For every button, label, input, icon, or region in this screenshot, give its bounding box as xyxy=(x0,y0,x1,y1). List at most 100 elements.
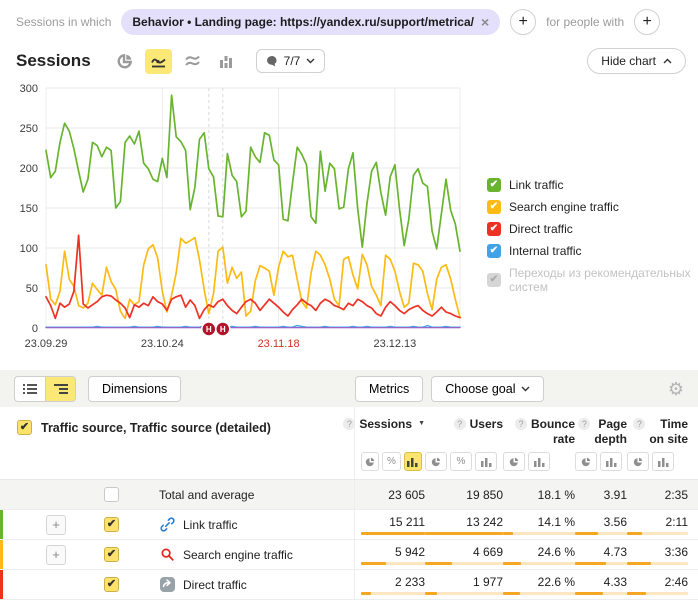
table-row-link-traffic: + ✔ Link traffic 15 21113 24214.1 %3.562… xyxy=(0,510,698,540)
pie-view-icon[interactable] xyxy=(361,452,379,471)
expand-row-button[interactable]: + xyxy=(46,545,66,565)
metric-value: 3:36 xyxy=(665,545,688,559)
settings-gear-icon[interactable]: ⚙ xyxy=(668,380,684,398)
row-metrics: 23 60519 85018.1 %3.912:35 xyxy=(354,480,698,509)
svg-text:100: 100 xyxy=(20,243,38,255)
sort-desc-icon: ▼ xyxy=(418,420,425,429)
row-color-stripe xyxy=(0,540,3,569)
row-name-cell: ✔ Direct traffic xyxy=(0,570,354,599)
link-icon xyxy=(159,517,175,533)
row-checkbox[interactable]: ✔ xyxy=(104,547,119,562)
column-header-time-on-site[interactable]: ?Time on site xyxy=(627,417,688,447)
direct-arrow-icon xyxy=(159,577,175,593)
filter-label: Sessions in which xyxy=(16,15,111,29)
legend-label: Direct traffic xyxy=(509,222,573,236)
percent-view-icon[interactable]: % xyxy=(450,452,472,471)
pie-view-icon[interactable] xyxy=(425,452,447,471)
metric-cell: 19 850 xyxy=(425,488,503,502)
stacked-area-icon[interactable] xyxy=(179,49,206,74)
legend-item[interactable]: ✔ Direct traffic xyxy=(487,222,698,236)
metric-columns-header: ?Sessions▼ ?Users ?Bounce rate ?Page dep… xyxy=(354,407,698,479)
metric-bar xyxy=(503,592,575,595)
row-name-cell: + ✔ Link traffic xyxy=(0,510,354,539)
bar-view-icon[interactable] xyxy=(404,452,422,471)
column-header-sessions[interactable]: ?Sessions▼ xyxy=(361,417,425,432)
metric-value: 2:46 xyxy=(665,575,688,589)
metric-value: 13 242 xyxy=(466,515,503,529)
column-labels-row: ?Sessions▼ ?Users ?Bounce rate ?Page dep… xyxy=(361,407,688,447)
group-header-checkbox[interactable]: ✔ xyxy=(17,420,32,435)
pie-view-icon[interactable] xyxy=(503,452,525,471)
filter-chip[interactable]: Behavior • Landing page: https://yandex.… xyxy=(121,9,500,35)
percent-view-icon[interactable]: % xyxy=(382,452,400,471)
column-header-users[interactable]: ?Users xyxy=(425,417,503,432)
legend-item[interactable]: ✔ Internal traffic xyxy=(487,244,698,258)
chart-header: Sessions 7/7 Hide chart xyxy=(0,41,698,76)
flat-list-view-icon[interactable] xyxy=(14,376,45,402)
metric-bar xyxy=(627,562,688,565)
metrics-button[interactable]: Metrics xyxy=(355,376,423,402)
legend-checkbox[interactable]: ✔ xyxy=(487,273,501,287)
help-icon[interactable]: ? xyxy=(343,418,355,430)
expand-row-button[interactable]: + xyxy=(46,515,66,535)
help-icon[interactable]: ? xyxy=(454,418,466,430)
column-header-page-depth[interactable]: ?Page depth xyxy=(575,417,627,447)
metric-cell: 2:46 xyxy=(627,575,688,595)
hide-chart-button[interactable]: Hide chart xyxy=(587,48,686,74)
metric-cell: 15 211 xyxy=(361,515,425,535)
table-row-search-engine-traffic: + ✔ Search engine traffic 5 9424 66924.6… xyxy=(0,540,698,570)
metric-bar xyxy=(575,562,627,565)
row-label[interactable]: Link traffic xyxy=(183,518,237,532)
bar-view-icon[interactable] xyxy=(652,452,674,471)
legend-checkbox[interactable]: ✔ xyxy=(487,222,501,236)
metric-bar xyxy=(575,532,627,535)
help-icon[interactable]: ? xyxy=(515,418,527,430)
pie-chart-icon[interactable] xyxy=(111,49,138,74)
help-icon[interactable]: ? xyxy=(578,418,590,430)
svg-text:250: 250 xyxy=(20,123,38,135)
svg-text:200: 200 xyxy=(20,163,38,175)
legend-checkbox[interactable]: ✔ xyxy=(487,200,501,214)
row-name-cell: + ✔ Search engine traffic xyxy=(0,540,354,569)
legend-checkbox[interactable]: ✔ xyxy=(487,178,501,192)
row-checkbox[interactable] xyxy=(104,487,119,502)
help-icon[interactable]: ? xyxy=(633,418,645,430)
histogram-icon[interactable] xyxy=(213,49,240,74)
column-view-buttons-row: % % xyxy=(361,447,688,479)
pie-view-icon[interactable] xyxy=(627,452,649,471)
metric-bar xyxy=(425,562,503,565)
dimensions-button[interactable]: Dimensions xyxy=(88,376,181,402)
line-chart-icon[interactable] xyxy=(145,49,172,74)
legend-label: Internal traffic xyxy=(509,244,581,258)
bar-view-icon[interactable] xyxy=(528,452,550,471)
row-label[interactable]: Direct traffic xyxy=(183,578,247,592)
metric-value: 15 211 xyxy=(389,515,425,529)
add-session-filter-button[interactable]: + xyxy=(510,9,536,35)
row-checkbox[interactable]: ✔ xyxy=(104,577,119,592)
remove-filter-icon[interactable]: × xyxy=(481,15,489,29)
choose-goal-dropdown[interactable]: Choose goal xyxy=(431,376,544,402)
pie-view-icon[interactable] xyxy=(575,452,597,471)
bar-view-icon[interactable] xyxy=(600,452,622,471)
bar-view-icon[interactable] xyxy=(475,452,497,471)
segments-dropdown[interactable]: 7/7 xyxy=(256,49,326,73)
row-checkbox[interactable]: ✔ xyxy=(104,517,119,532)
add-people-filter-button[interactable]: + xyxy=(634,9,660,35)
metric-value: 3.91 xyxy=(604,488,627,502)
svg-text:23.11.18: 23.11.18 xyxy=(258,338,300,350)
svg-text:H: H xyxy=(220,325,226,334)
legend-item[interactable]: ✔Link traffic xyxy=(487,178,698,192)
row-label[interactable]: Search engine traffic xyxy=(183,548,293,562)
legend-checkbox[interactable]: ✔ xyxy=(487,244,501,258)
chevron-up-icon xyxy=(663,58,672,64)
tree-view-icon[interactable] xyxy=(45,376,76,402)
legend-item[interactable]: ✔Search engine traffic xyxy=(487,200,698,214)
row-metrics: 2 2331 97722.6 %4.332:46 xyxy=(354,570,698,599)
metric-bar xyxy=(575,592,627,595)
metric-cell: 4 669 xyxy=(425,545,503,565)
metric-cell: 1 977 xyxy=(425,575,503,595)
metric-value: 1 977 xyxy=(473,575,503,589)
column-header-bounce-rate[interactable]: ?Bounce rate xyxy=(503,417,575,447)
chevron-down-icon xyxy=(521,386,530,392)
legend-item[interactable]: ✔Переходы из рекомендательных систем xyxy=(487,266,698,294)
